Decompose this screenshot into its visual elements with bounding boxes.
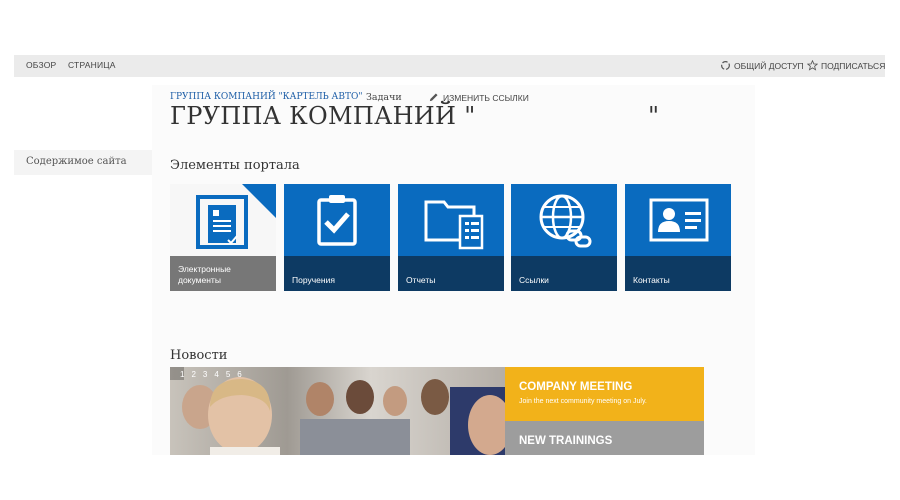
share-label: ОБЩИЙ ДОСТУП	[734, 60, 804, 71]
tile-label: Поручения	[292, 275, 335, 285]
portal-section-title: Элементы портала	[170, 158, 300, 173]
tile-assignments[interactable]: Поручения	[284, 184, 390, 291]
clipboard-check-icon	[284, 184, 390, 256]
nav-site-contents[interactable]: Содержимое сайта	[26, 156, 127, 167]
tile-links[interactable]: Ссылки	[511, 184, 617, 291]
pager-page-3[interactable]: 3	[203, 370, 207, 379]
pager-page-6[interactable]: 6	[237, 370, 241, 379]
tile-electronic-documents[interactable]: Электронные документы	[170, 184, 276, 291]
tile-contacts[interactable]: Контакты	[625, 184, 731, 291]
tile-caption: Поручения	[284, 256, 390, 291]
tab-page[interactable]: СТРАНИЦА	[68, 60, 116, 70]
people-photo-image	[182, 377, 505, 455]
news-slide-company-meeting[interactable]: COMPANY MEETING Join the next community …	[505, 367, 704, 421]
share-icon	[721, 61, 730, 70]
slide-title: NEW TRAININGS	[519, 435, 613, 447]
star-icon	[807, 60, 818, 71]
share-button[interactable]: ОБЩИЙ ДОСТУП	[720, 60, 804, 71]
breadcrumb-site-link[interactable]: ГРУППА КОМПАНИЙ "КАРТЕЛЬ АВТО"	[170, 92, 362, 102]
news-pager: 123456	[180, 370, 249, 379]
slide-title: COMPANY MEETING	[519, 381, 633, 393]
tab-browse[interactable]: ОБЗОР	[26, 60, 56, 70]
tile-label: Электронные документы	[178, 264, 231, 285]
top-ribbon: ОБЗОР СТРАНИЦА ОБЩИЙ ДОСТУП ПОДПИСАТЬСЯ	[14, 55, 885, 77]
news-photo: 123456	[170, 367, 505, 455]
globe-link-icon	[511, 184, 617, 256]
news-section-title: Новости	[170, 348, 228, 363]
tile-caption: Контакты	[625, 256, 731, 291]
pager-page-5[interactable]: 5	[226, 370, 230, 379]
document-icon	[170, 184, 276, 256]
left-navigation: Содержимое сайта	[14, 150, 152, 175]
pager-page-4[interactable]: 4	[214, 370, 218, 379]
tile-caption: Отчеты	[398, 256, 504, 291]
tile-caption: Ссылки	[511, 256, 617, 291]
slide-subtitle: Join the next community meeting on July.	[519, 398, 647, 405]
page-title: ГРУППА КОМПАНИЙ " "	[170, 102, 659, 130]
tile-label: Ссылки	[519, 275, 549, 285]
news-slide-new-trainings[interactable]: NEW TRAININGS	[505, 421, 704, 455]
page-title-text: ГРУППА КОМПАНИЙ "	[170, 102, 476, 130]
follow-button[interactable]: ПОДПИСАТЬСЯ	[807, 60, 885, 71]
pager-page-2[interactable]: 2	[191, 370, 195, 379]
tile-label: Контакты	[633, 275, 670, 285]
pager-page-1[interactable]: 1	[180, 370, 184, 379]
page-title-end: "	[648, 102, 660, 130]
follow-label: ПОДПИСАТЬСЯ	[821, 60, 886, 71]
tile-label: Отчеты	[406, 275, 436, 285]
contact-card-icon	[625, 184, 731, 256]
edit-links-label: ИЗМЕНИТЬ ССЫЛКИ	[443, 92, 529, 103]
tile-caption: Электронные документы	[170, 256, 276, 291]
news-slider: 123456 COMPANY MEETING Join the next com…	[170, 367, 704, 455]
folder-report-icon	[398, 184, 504, 256]
tile-reports[interactable]: Отчеты	[398, 184, 504, 291]
